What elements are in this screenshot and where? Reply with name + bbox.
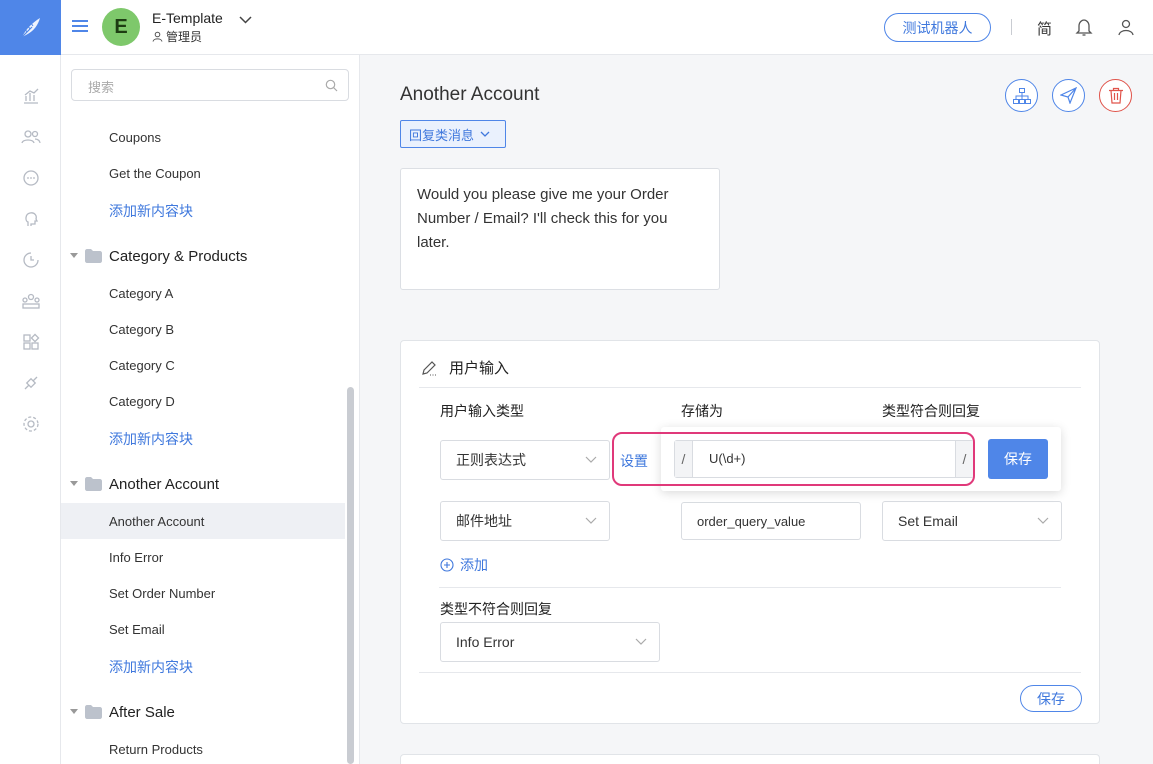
select-value: Info Error <box>456 634 515 650</box>
input-type-select[interactable]: 邮件地址 <box>440 501 610 541</box>
chat-icon[interactable] <box>0 157 61 198</box>
tree-item[interactable]: Get the Coupon <box>109 166 201 181</box>
sitemap-icon <box>1012 87 1031 104</box>
folder-icon <box>85 477 102 491</box>
tree-item[interactable]: Category A <box>109 286 173 301</box>
team-icon[interactable] <box>0 280 61 321</box>
add-content-block-link[interactable]: 添加新内容块 <box>109 201 193 221</box>
caret-down-icon[interactable] <box>70 481 78 487</box>
folder-icon <box>85 249 102 263</box>
caret-down-icon[interactable] <box>70 709 78 715</box>
chevron-down-icon[interactable] <box>239 12 252 28</box>
logo-icon[interactable] <box>0 0 61 55</box>
trash-icon <box>1108 87 1123 104</box>
user-input-card: 用户输入 用户输入类型 存储为 类型符合则回复 正则表达式 邮件地址 order… <box>400 340 1100 724</box>
test-bot-button[interactable]: 测试机器人 <box>884 13 991 42</box>
icon-rail <box>0 0 61 764</box>
plus-circle-icon <box>440 558 454 572</box>
tree-category[interactable]: Category & Products <box>61 242 345 270</box>
person-icon <box>152 31 163 42</box>
language-toggle[interactable]: 简 <box>1037 18 1052 39</box>
send-icon <box>1060 87 1077 104</box>
delete-button[interactable] <box>1099 79 1132 112</box>
tree-category[interactable]: After Sale <box>61 698 345 726</box>
chevron-down-icon <box>585 456 597 463</box>
select-value: 邮件地址 <box>456 513 512 529</box>
card-title: 用户输入 <box>449 360 510 377</box>
save-button[interactable]: 保存 <box>1020 685 1082 712</box>
top-header: E E-Template 管理员 测试机器人 简 <box>61 0 1153 55</box>
page-title: Another Account <box>400 84 540 105</box>
settings-icon[interactable] <box>0 403 61 444</box>
app-role: 管理员 <box>152 28 202 45</box>
input-type-select[interactable]: 正则表达式 <box>440 440 610 480</box>
search-icon[interactable] <box>325 79 338 95</box>
content-tree: 搜索 Coupons Get the Coupon 添加新内容块 Categor… <box>61 55 360 764</box>
send-button[interactable] <box>1052 79 1085 112</box>
regex-save-button[interactable]: 保存 <box>988 439 1048 479</box>
app-avatar[interactable]: E <box>102 8 140 46</box>
mismatch-reply-label: 类型不符合则回复 <box>440 601 552 617</box>
category-label: After Sale <box>109 703 175 721</box>
tree-item[interactable]: Info Error <box>109 550 163 565</box>
search-placeholder: 搜索 <box>88 80 115 95</box>
add-label: 添加 <box>460 557 488 573</box>
tree-item[interactable]: Set Email <box>109 622 165 637</box>
app-name[interactable]: E-Template <box>152 10 223 26</box>
highlight-annotation <box>612 432 975 486</box>
next-card <box>400 754 1100 764</box>
chevron-down-icon <box>1037 517 1049 524</box>
chevron-down-icon <box>635 638 647 645</box>
category-label: Another Account <box>109 475 220 493</box>
caret-down-icon[interactable] <box>70 253 78 259</box>
header-divider <box>1011 19 1012 35</box>
category-label: Category & Products <box>109 247 248 265</box>
folder-icon <box>85 705 102 719</box>
column-header-input-type: 用户输入类型 <box>440 403 524 419</box>
divider <box>439 587 1061 588</box>
divider <box>419 387 1081 388</box>
column-header-store-as: 存储为 <box>681 403 723 419</box>
add-input-button[interactable]: 添加 <box>440 555 488 575</box>
add-content-block-link[interactable]: 添加新内容块 <box>109 429 193 449</box>
tree-item[interactable]: Set Order Number <box>109 586 215 601</box>
menu-icon[interactable] <box>71 17 89 35</box>
message-type-label: 回复类消息 <box>409 127 475 143</box>
select-value: 正则表达式 <box>456 452 526 468</box>
divider <box>419 672 1081 673</box>
chevron-down-icon <box>480 131 490 137</box>
column-header-match-reply: 类型符合则回复 <box>882 403 980 419</box>
add-content-block-link[interactable]: 添加新内容块 <box>109 657 193 677</box>
tree-item[interactable]: Category C <box>109 358 175 373</box>
plugin-icon[interactable] <box>0 362 61 403</box>
bell-icon[interactable] <box>1075 17 1093 40</box>
role-label: 管理员 <box>166 30 203 44</box>
tree-item[interactable]: Category D <box>109 394 175 409</box>
tree-category[interactable]: Another Account <box>61 470 345 498</box>
pencil-icon <box>422 360 436 375</box>
brain-icon[interactable] <box>0 198 61 239</box>
reply-message-text[interactable]: Would you please give me your Order Numb… <box>400 168 720 290</box>
tree-item[interactable]: Category B <box>109 322 174 337</box>
history-icon[interactable] <box>0 239 61 280</box>
match-reply-select[interactable]: Set Email <box>882 501 1062 541</box>
org-chart-button[interactable] <box>1005 79 1038 112</box>
tree-scrollbar[interactable] <box>347 387 354 764</box>
tree-item[interactable]: Return Products <box>109 742 203 757</box>
user-icon[interactable] <box>1117 17 1135 40</box>
search-input[interactable]: 搜索 <box>71 69 349 101</box>
store-as-input[interactable]: order_query_value <box>681 502 861 540</box>
users-icon[interactable] <box>0 116 61 157</box>
message-type-dropdown[interactable]: 回复类消息 <box>400 120 506 148</box>
tree-item-selected[interactable]: Another Account <box>109 514 204 529</box>
chart-icon[interactable] <box>0 75 61 116</box>
mismatch-reply-select[interactable]: Info Error <box>440 622 660 662</box>
chevron-down-icon <box>585 517 597 524</box>
tree-item[interactable]: Coupons <box>109 130 161 145</box>
select-value: Set Email <box>898 513 958 529</box>
apps-icon[interactable] <box>0 321 61 362</box>
card-header: 用户输入 <box>421 357 509 378</box>
